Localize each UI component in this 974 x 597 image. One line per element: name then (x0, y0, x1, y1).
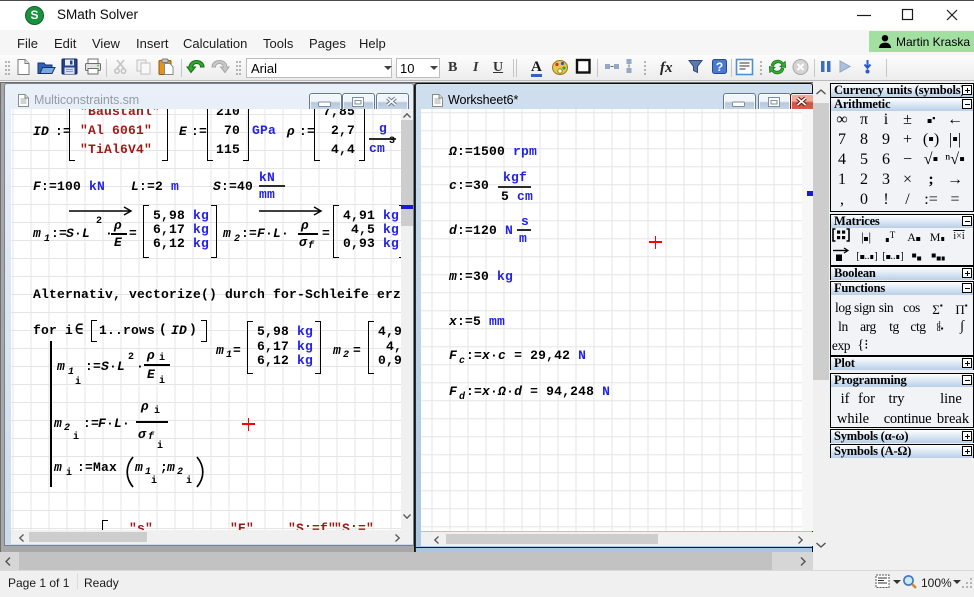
svg-text:?: ? (716, 60, 723, 74)
